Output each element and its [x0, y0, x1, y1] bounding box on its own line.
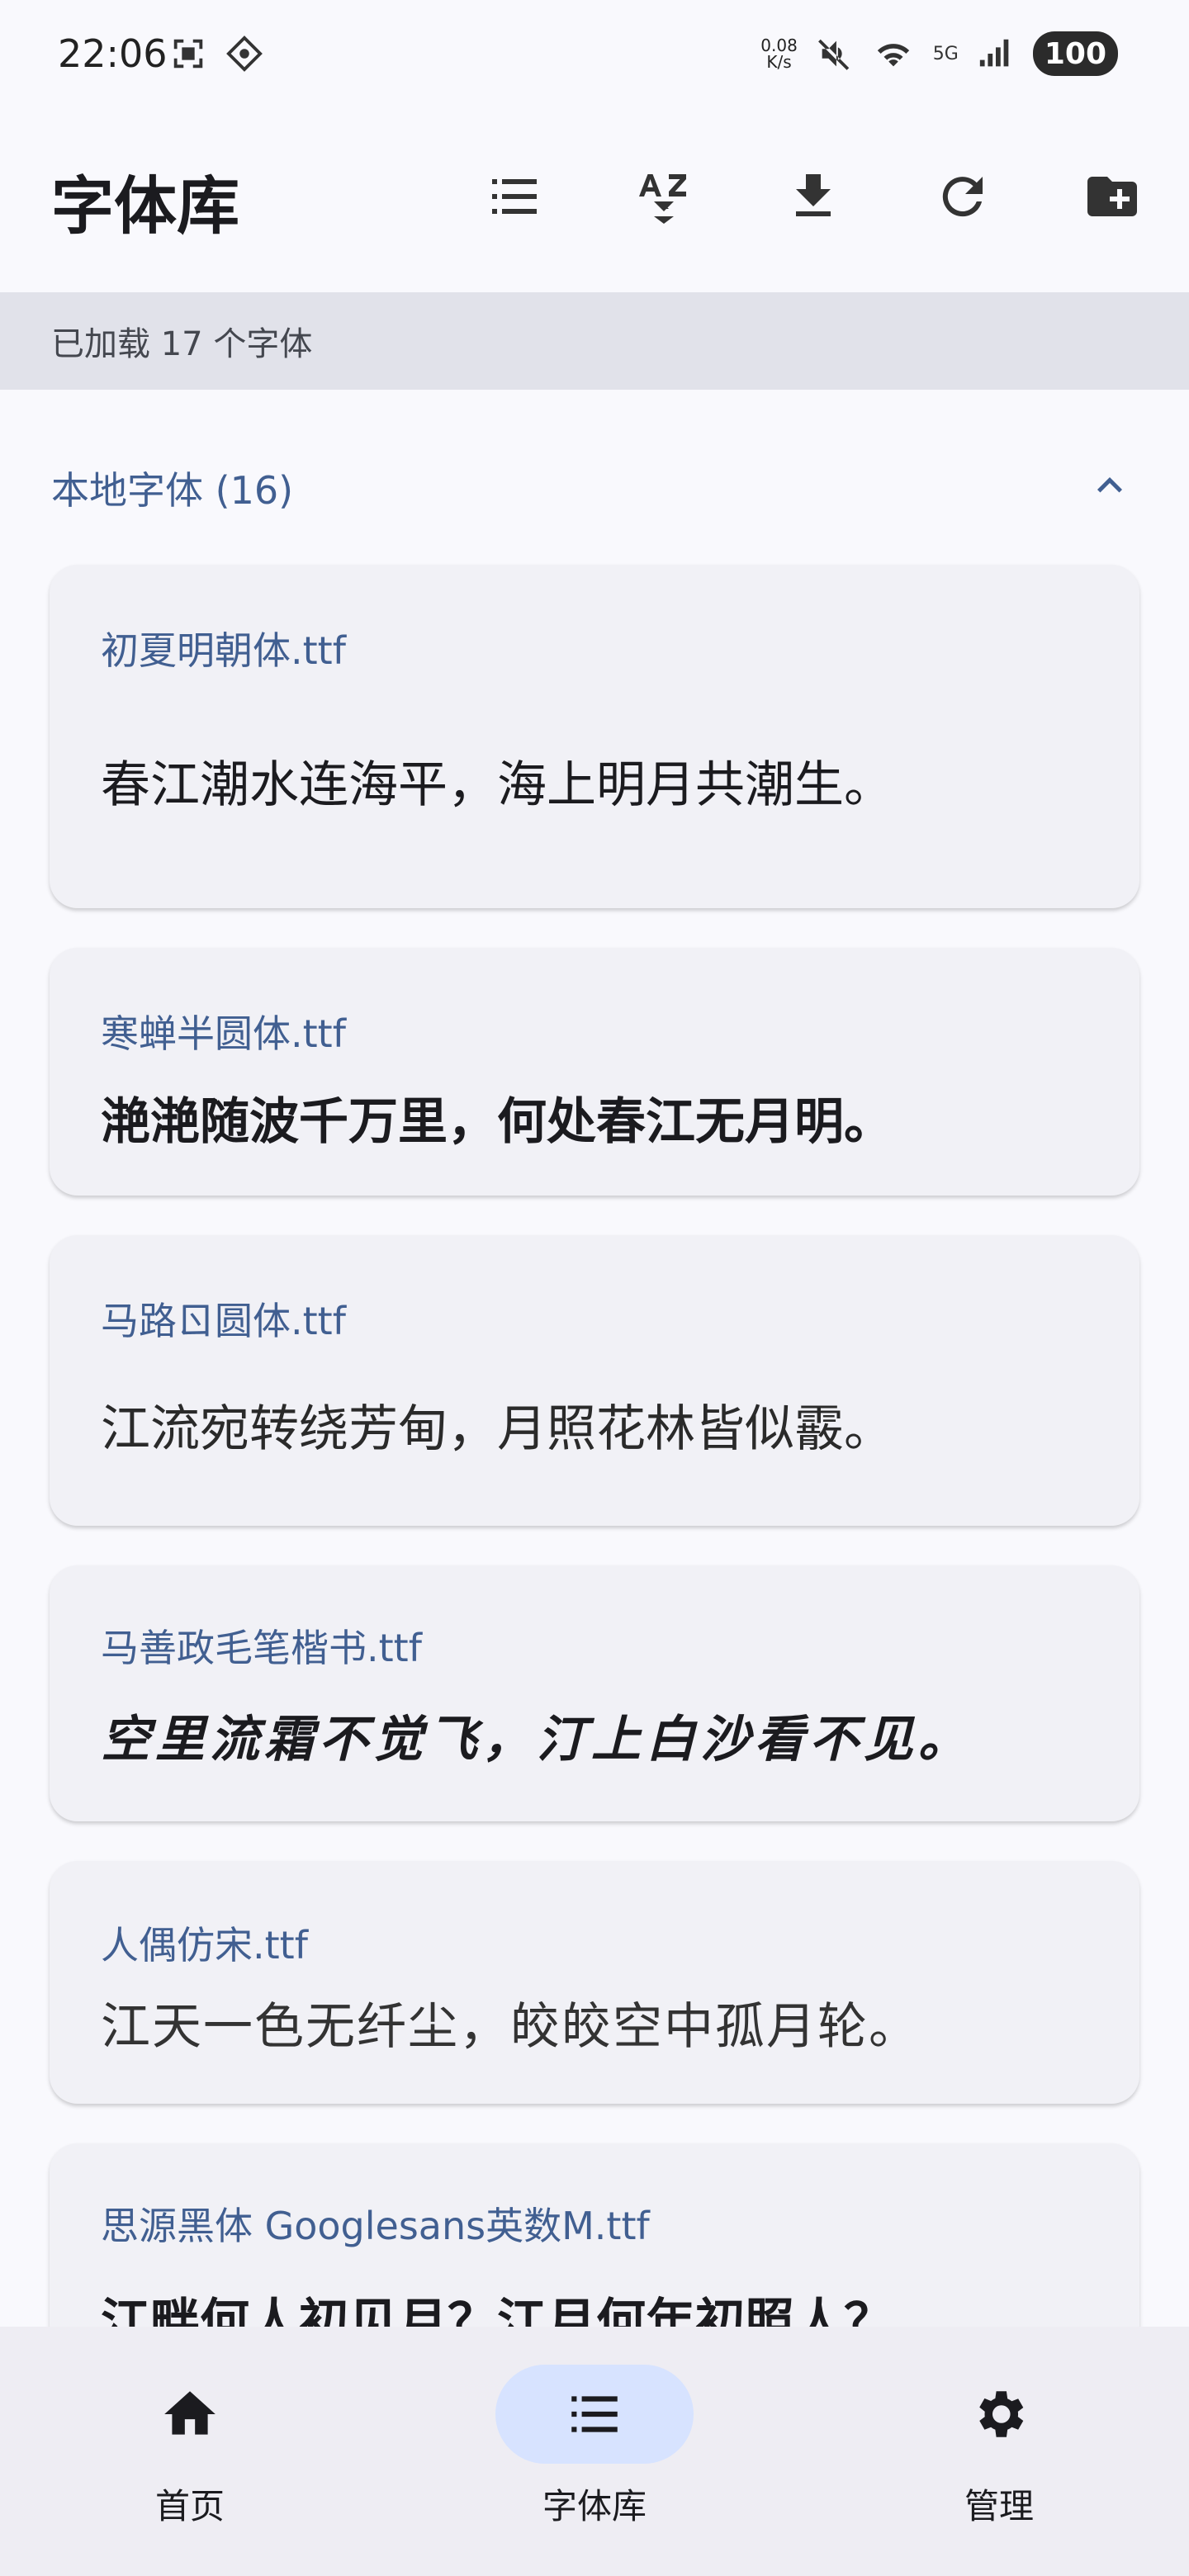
- list-icon: [492, 179, 537, 214]
- status-bar: 22:06 0.08 K/s 5G 100: [0, 0, 1189, 107]
- status-left-icons: [169, 35, 263, 73]
- refresh-button[interactable]: [923, 157, 1002, 236]
- font-file-name: 马善政毛笔楷书.ttf: [101, 1626, 422, 1670]
- status-time: 22:06: [58, 31, 168, 76]
- gear-icon: [979, 2391, 1024, 2437]
- font-sample-text: 江天一色无纤尘，皎皎空中孤月轮。: [101, 2003, 920, 2059]
- local-fonts-section-header[interactable]: 本地字体 (16): [0, 446, 1189, 520]
- nav-pill: [900, 2365, 1098, 2464]
- sort-az-icon: [639, 174, 686, 224]
- font-card[interactable]: 初夏明朝体.ttf 春江潮水连海平，海上明月共潮生。: [50, 565, 1139, 908]
- section-title: 本地字体 (16): [51, 468, 294, 513]
- download-button[interactable]: [774, 157, 853, 236]
- font-card[interactable]: 马路ㄖ圆体.ttf 江流宛转绕芳甸，月照花林皆似霰。: [50, 1235, 1139, 1526]
- loaded-count-banner: 已加载 17 个字体: [0, 292, 1189, 390]
- add-folder-icon: [1087, 177, 1137, 216]
- refresh-icon: [942, 177, 983, 217]
- nav-item-home[interactable]: 首页: [66, 2365, 314, 2530]
- font-file-name: 初夏明朝体.ttf: [101, 628, 346, 673]
- font-card[interactable]: 人偶仿宋.ttf 江天一色无纤尘，皎皎空中孤月轮。: [50, 1861, 1139, 2104]
- bottom-navigation: 首页 字体库 管理: [0, 2327, 1189, 2576]
- nav-label: 字体库: [542, 2486, 647, 2526]
- font-file-name: 思源黑体 Googlesans英数M.ttf: [101, 2204, 650, 2248]
- nav-item-manage[interactable]: 管理: [875, 2365, 1123, 2530]
- font-card[interactable]: 寒蝉半圆体.ttf 滟滟随波千万里，何处春江无月明。: [50, 948, 1139, 1196]
- status-right: 0.08 K/s 5G 100: [760, 31, 1118, 76]
- sort-button[interactable]: [624, 157, 703, 236]
- home-icon: [164, 2391, 216, 2435]
- battery-indicator: 100: [1032, 31, 1118, 76]
- collapse-button[interactable]: [1085, 461, 1135, 510]
- nav-label: 管理: [964, 2486, 1034, 2526]
- list-icon: [571, 2396, 618, 2432]
- app-bar-actions: [475, 157, 1189, 236]
- nav-pill-active: [495, 2365, 694, 2464]
- vpn-diamond-icon: [226, 36, 263, 72]
- font-card[interactable]: 马善政毛笔楷书.ttf 空里流霜不觉飞，汀上白沙看不见。: [50, 1565, 1139, 1821]
- download-icon: [796, 174, 831, 216]
- net-speed: 0.08 K/s: [760, 37, 798, 70]
- list-view-button[interactable]: [475, 157, 554, 236]
- loaded-count-text: 已加载 17 个字体: [51, 325, 313, 363]
- font-sample-text: 空里流霜不觉飞，汀上白沙看不见。: [101, 1711, 973, 1769]
- mute-icon: [817, 39, 850, 70]
- nav-pill: [91, 2365, 289, 2464]
- font-file-name: 马路ㄖ圆体.ttf: [101, 1299, 346, 1343]
- font-file-name: 寒蝉半圆体.ttf: [101, 1011, 346, 1056]
- chevron-up-icon: [1097, 477, 1122, 493]
- net-speed-unit: K/s: [766, 52, 792, 72]
- nav-label: 首页: [154, 2486, 225, 2526]
- font-sample-text: 滟滟随波千万里，何处春江无月明。: [101, 1093, 893, 1151]
- app-bar: 字体库: [0, 124, 1189, 264]
- signal-icon: [979, 39, 1009, 67]
- wifi-icon: [877, 44, 909, 67]
- nav-item-font-library[interactable]: 字体库: [471, 2365, 718, 2530]
- font-sample-text: 江流宛转绕芳甸，月照花林皆似霰。: [101, 1400, 893, 1458]
- font-sample-text: 春江潮水连海平，海上明月共潮生。: [101, 756, 893, 814]
- net-speed-value: 0.08: [760, 36, 798, 55]
- network-type: 5G: [932, 43, 959, 64]
- page-title: 字体库: [51, 169, 239, 243]
- screenshot-icon: [173, 39, 203, 69]
- font-file-name: 人偶仿宋.ttf: [101, 1923, 308, 1968]
- add-folder-button[interactable]: [1073, 157, 1152, 236]
